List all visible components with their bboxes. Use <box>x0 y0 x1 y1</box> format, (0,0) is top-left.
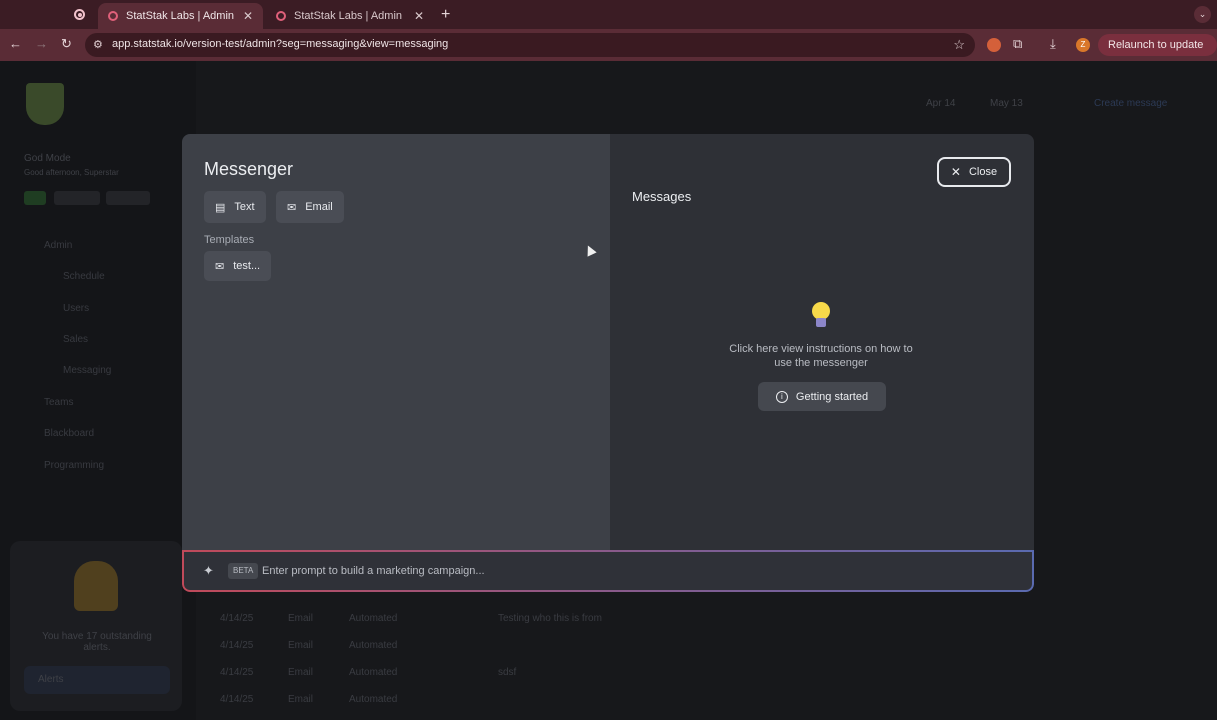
close-tab-icon[interactable]: ✕ <box>414 9 424 23</box>
tab-title: StatStak Labs | Admin <box>126 10 235 22</box>
browser-toolbar: ← → ↻ ⚙ app.statstak.io/version-test/adm… <box>0 29 1217 73</box>
url-text: app.statstak.io/version-test/admin?seg=m… <box>112 38 449 50</box>
close-tab-icon[interactable]: ✕ <box>243 9 253 23</box>
browser-tab-active[interactable]: StatStak Labs | Admin ✕ <box>98 3 263 29</box>
bell-icon <box>74 561 118 611</box>
sidebar-item-messaging[interactable]: Messaging <box>63 365 111 376</box>
text-button-label: Text <box>234 201 255 213</box>
alerts-button[interactable]: Alerts <box>24 666 170 694</box>
info-icon: i <box>775 390 788 403</box>
date-to[interactable]: May 13 <box>990 98 1023 109</box>
beta-badge: BETA <box>228 563 259 579</box>
getting-started-button[interactable]: i Getting started <box>758 382 886 411</box>
template-item[interactable]: ✉ test... <box>204 251 272 281</box>
messenger-compose-pane: Messenger ▤ Text ✉ Email Templates ✉ tes… <box>182 134 610 552</box>
messenger-title: Messenger <box>204 159 294 179</box>
sidebar-item-users[interactable]: Users <box>63 303 89 314</box>
email-button[interactable]: ✉ Email <box>276 191 344 223</box>
instructions-hint: Click here view instructions on how to u… <box>729 343 913 369</box>
sidebar-item-sales[interactable]: Sales <box>63 334 88 345</box>
reload-icon[interactable]: ↻ <box>61 36 72 52</box>
messages-title: Messages <box>632 189 692 204</box>
sidebar-item-blackboard[interactable]: Blackboard <box>44 428 94 439</box>
new-tab-icon[interactable]: + <box>441 6 450 24</box>
favicon-icon <box>276 11 286 21</box>
templates-label: Templates <box>204 234 255 246</box>
back-icon[interactable]: ← <box>9 36 22 51</box>
create-message-button[interactable]: Create message <box>1094 98 1167 109</box>
mail-icon: ✉ <box>287 201 297 214</box>
chat-icon: ▤ <box>215 201 226 214</box>
mail-icon: ✉ <box>215 260 225 273</box>
browser-tab-bar: StatStak Labs | Admin ✕ StatStak Labs | … <box>0 0 1217 29</box>
sidebar: God Mode Good afternoon, Superstar Admin… <box>0 61 196 720</box>
getting-started-label: Getting started <box>795 390 869 403</box>
tab-title: StatStak Labs | Admin <box>294 10 403 22</box>
template-item-label: test... <box>233 260 261 272</box>
profile-avatar[interactable]: Z <box>1076 38 1090 52</box>
ai-prompt-bar: ✦ BETA <box>182 550 1034 592</box>
lightbulb-icon <box>811 302 831 328</box>
date-from[interactable]: Apr 14 <box>926 98 955 109</box>
sidebar-item-programming[interactable]: Programming <box>44 460 104 471</box>
sidebar-item-teams[interactable]: Teams <box>44 397 73 408</box>
relaunch-button[interactable]: Relaunch to update ⋮ <box>1098 34 1217 73</box>
address-bar[interactable]: ⚙ app.statstak.io/version-test/admin?seg… <box>85 33 975 57</box>
messages-pane: Messages ✕ Close Click here view instruc… <box>610 134 1034 552</box>
status-pill <box>54 191 100 205</box>
forward-icon[interactable]: → <box>35 36 48 51</box>
extension-icon[interactable] <box>987 38 1001 52</box>
tab-search-icon[interactable]: ⌄ <box>1194 6 1211 23</box>
site-settings-icon[interactable]: ⚙ <box>93 38 107 52</box>
bookmark-star-icon[interactable]: ☆ <box>953 37 965 53</box>
email-button-label: Email <box>305 201 333 213</box>
close-icon: ✕ <box>950 165 961 179</box>
messenger-modal: Messenger ▤ Text ✉ Email Templates ✉ tes… <box>182 134 1034 592</box>
ai-prompt-container: ✦ BETA <box>184 552 1032 590</box>
alerts-text: You have 17 outstanding alerts. <box>42 631 152 653</box>
extensions-puzzle-icon[interactable]: ⧉ <box>1013 36 1022 52</box>
browser-tab[interactable]: StatStak Labs | Admin ✕ <box>266 3 434 29</box>
favicon-icon <box>108 11 118 21</box>
sidebar-item-schedule[interactable]: Schedule <box>63 271 105 282</box>
sparkle-icon: ✦ <box>203 563 214 578</box>
close-button-label: Close <box>968 166 998 178</box>
status-pill <box>106 191 150 205</box>
text-button[interactable]: ▤ Text <box>204 191 266 223</box>
relaunch-label: Relaunch to update <box>1108 39 1204 51</box>
campaign-prompt-input[interactable] <box>262 561 1002 581</box>
team-logo <box>26 83 64 125</box>
sidebar-item-admin[interactable]: Admin <box>44 240 72 251</box>
recording-icon <box>74 9 85 20</box>
greeting: Good afternoon, Superstar <box>24 168 119 177</box>
user-mode: God Mode <box>24 153 71 164</box>
close-button[interactable]: ✕ Close <box>937 157 1011 187</box>
status-pill <box>24 191 46 205</box>
download-icon[interactable]: ⤓ <box>1050 36 1056 52</box>
alerts-card: You have 17 outstanding alerts. Alerts <box>10 541 182 711</box>
